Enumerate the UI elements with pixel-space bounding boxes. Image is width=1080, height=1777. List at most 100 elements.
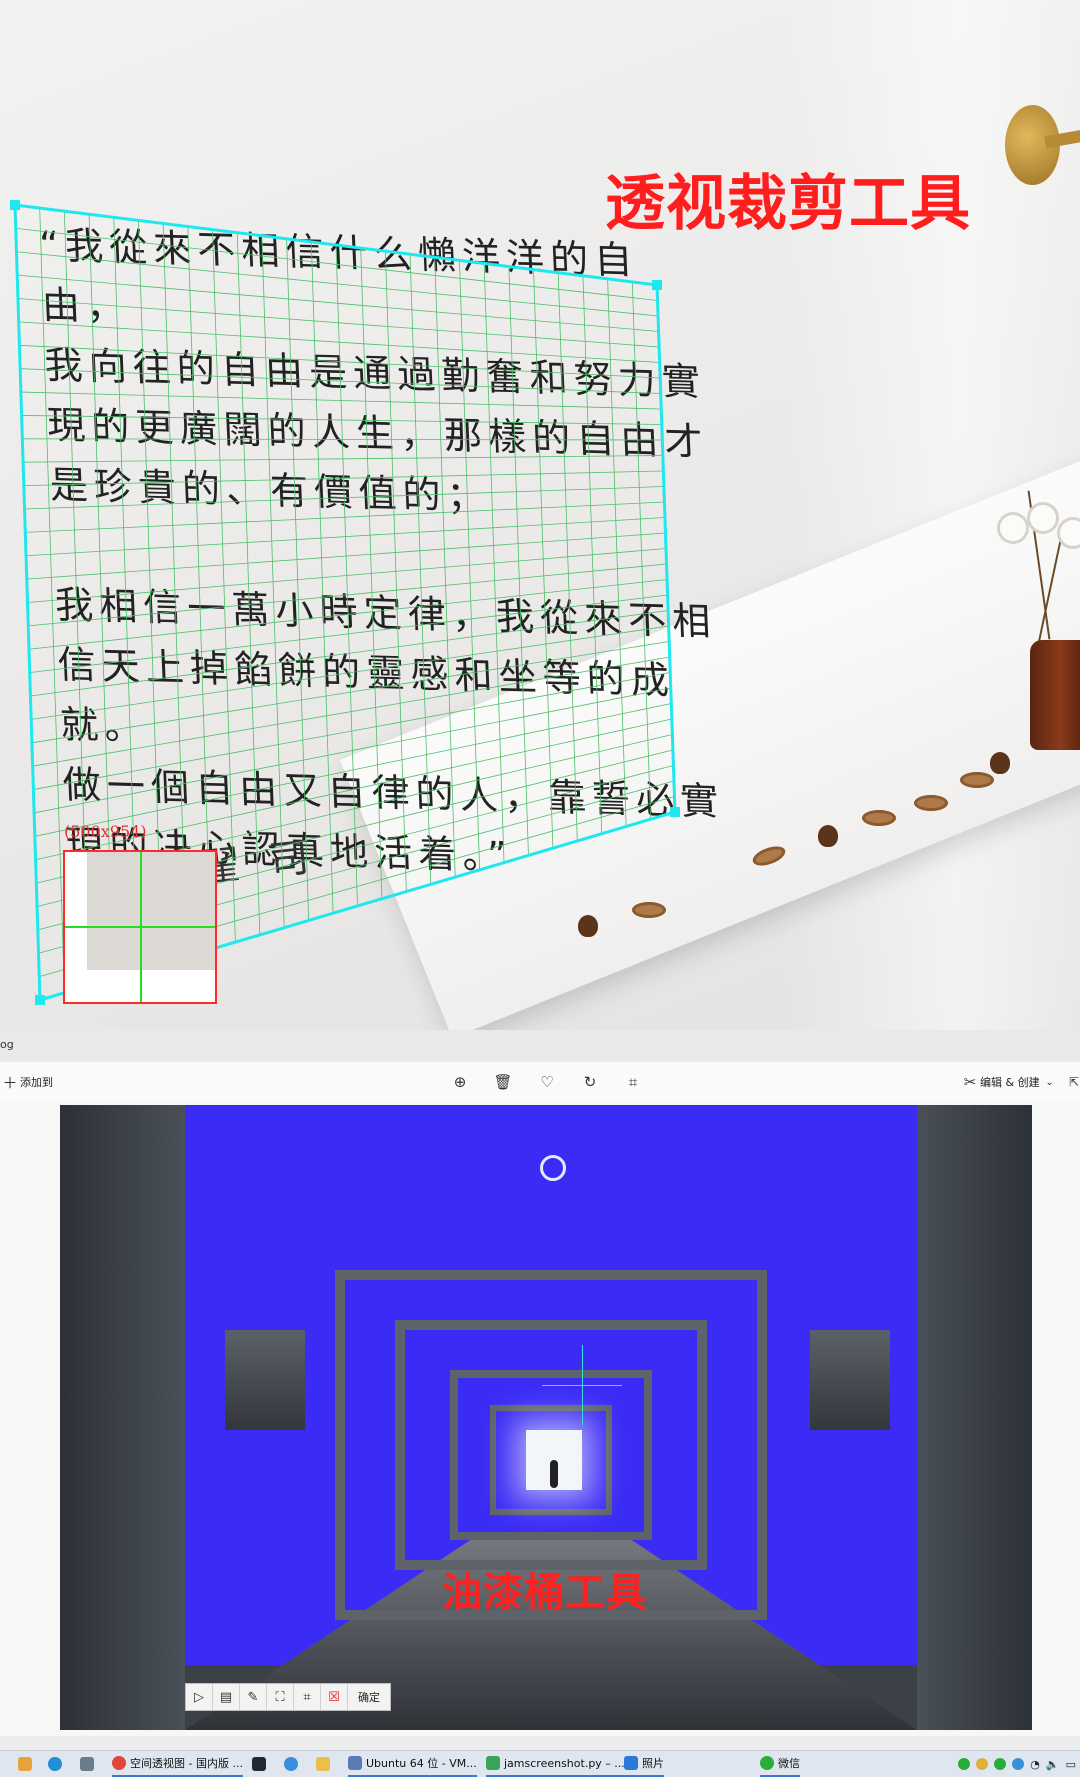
magnifier-content xyxy=(87,852,215,970)
crop-handle-top-left[interactable] xyxy=(10,200,20,210)
wall-panel-right xyxy=(810,1330,890,1430)
tray-wechat-icon[interactable] xyxy=(994,1758,1007,1770)
scan-icon: ⛶ xyxy=(275,1689,285,1705)
crop-icon: ⌗ xyxy=(303,1689,311,1705)
tray-app-icon[interactable] xyxy=(958,1758,971,1770)
pycharm-icon xyxy=(486,1756,500,1770)
taskbar-item-label: jamscreenshot.py – ... xyxy=(504,1756,625,1770)
tray-app-icon[interactable] xyxy=(976,1758,989,1770)
taskbar-edge[interactable] xyxy=(48,1751,66,1777)
file-name-strip: og xyxy=(0,1030,1080,1063)
grid-line-horizontal xyxy=(30,610,669,697)
grid-line-horizontal xyxy=(27,548,667,603)
wechat-icon xyxy=(760,1756,774,1770)
grid-line-horizontal xyxy=(15,227,658,301)
battery-icon[interactable]: ▭ xyxy=(1066,1758,1076,1771)
taskbar-app[interactable] xyxy=(252,1751,270,1777)
rotate-icon: ↻ xyxy=(583,1073,597,1091)
crop-button[interactable]: ⌗ xyxy=(623,1062,643,1102)
vmware-icon xyxy=(348,1756,362,1770)
ocr-button[interactable]: ⛶ xyxy=(267,1684,294,1710)
zoom-in-icon: ⊕ xyxy=(453,1073,467,1091)
taskbar-item-vm[interactable]: Ubuntu 64 位 - VM... xyxy=(348,1751,477,1777)
crop-icon: ⌗ xyxy=(628,1073,638,1091)
delete-button[interactable]: 🗑 xyxy=(493,1062,513,1102)
magic-wand-icon: ✂ xyxy=(963,1073,977,1091)
rotate-button[interactable]: ↻ xyxy=(580,1062,600,1102)
system-tray: ◔ 🔈 ▭ xyxy=(958,1751,1076,1777)
add-to-label: 添加到 xyxy=(20,1076,53,1089)
edit-create-button[interactable]: ✂ 编辑 & 创建 ⌄ xyxy=(960,1062,1060,1102)
terminal-icon xyxy=(252,1757,266,1771)
save-icon: ▤ xyxy=(219,1689,233,1705)
photo-right-wall xyxy=(917,1105,1032,1730)
add-to-button[interactable]: ＋ 添加到 xyxy=(0,1062,53,1102)
pin-button[interactable]: ✎ xyxy=(240,1684,267,1710)
ceiling-light xyxy=(540,1155,566,1181)
crop-handle-top-right[interactable] xyxy=(652,280,662,290)
grid-line-horizontal xyxy=(26,532,666,580)
taskbar-app[interactable] xyxy=(284,1751,302,1777)
taskbar-explorer[interactable] xyxy=(316,1751,334,1777)
pin-icon: ✎ xyxy=(247,1689,259,1705)
grid-line-horizontal xyxy=(34,703,672,837)
photo-viewer-window: og ＋ 添加到 ⊕ 🗑 ♡ ↻ ⌗ ✂ 编辑 & 创建 ⌄ ⇱ 油漆桶工具 ▷… xyxy=(0,1030,1080,1736)
taskbar-item-label: 空间透视图 - 国内版 ... xyxy=(130,1757,243,1770)
screenshot-toolbar: ▷ ▤ ✎ ⛶ ⌗ ☒ 确定 xyxy=(185,1683,391,1711)
photos-icon xyxy=(624,1756,638,1770)
network-icon[interactable]: ◔ xyxy=(1030,1758,1040,1771)
photo-left-wall xyxy=(60,1105,185,1730)
chrome-icon xyxy=(112,1756,126,1770)
tray-app-icon[interactable] xyxy=(1012,1758,1025,1770)
file-name-fragment: og xyxy=(0,1038,14,1051)
taskbar-item-editor[interactable]: jamscreenshot.py – ... xyxy=(486,1751,625,1777)
person-silhouette xyxy=(550,1460,558,1488)
crop-edge-right xyxy=(655,284,677,813)
hallway-photo[interactable]: 油漆桶工具 ▷ ▤ ✎ ⛶ ⌗ ☒ 确定 xyxy=(60,1105,1032,1730)
start-button[interactable] xyxy=(18,1751,36,1777)
tool-title: 油漆桶工具 xyxy=(442,1570,647,1616)
taskbar-app[interactable] xyxy=(80,1751,98,1777)
app-icon xyxy=(284,1757,298,1771)
heart-icon: ♡ xyxy=(540,1073,554,1091)
crop-size-label: (500x954) xyxy=(64,822,147,841)
share-button[interactable]: ⇱ xyxy=(1064,1062,1080,1102)
chevron-down-icon: ⌄ xyxy=(1045,1076,1054,1088)
share-icon: ⇱ xyxy=(1068,1075,1080,1089)
preview-button[interactable]: ▷ xyxy=(186,1684,213,1710)
taskbar-item-browser[interactable]: 空间透视图 - 国内版 ... xyxy=(112,1751,243,1777)
taskbar-item-photos[interactable]: 照片 xyxy=(624,1751,664,1777)
cancel-button[interactable]: ☒ xyxy=(321,1684,348,1710)
taskbar-item-label: Ubuntu 64 位 - VM... xyxy=(366,1757,477,1770)
crop-handle-bottom-left[interactable] xyxy=(35,995,45,1005)
volume-icon[interactable]: 🔈 xyxy=(1046,1758,1060,1771)
crop-handle-bottom-right[interactable] xyxy=(670,807,680,817)
plus-icon: ＋ xyxy=(2,1073,18,1092)
tool-title: 透视裁剪工具 xyxy=(605,169,971,239)
grid-line-horizontal xyxy=(29,594,668,674)
crop-tool-button[interactable]: ⌗ xyxy=(294,1684,321,1710)
crop-edge-left xyxy=(13,204,42,1001)
favorite-button[interactable]: ♡ xyxy=(537,1062,557,1102)
play-icon: ▷ xyxy=(194,1689,204,1705)
grid-line-horizontal xyxy=(26,517,665,557)
grid-line-horizontal xyxy=(18,321,660,363)
taskbar-item-label: 照片 xyxy=(642,1757,664,1770)
grid-line-horizontal xyxy=(28,579,668,650)
taskbar-item-wechat[interactable]: 微信 xyxy=(760,1751,800,1777)
taskbar-item-label: 微信 xyxy=(778,1757,800,1770)
perspective-crop-canvas[interactable]: “我從來不相信什么懶洋洋的自由， 我向往的自由是通過勤奮和努力實 現的更廣闊的人… xyxy=(0,0,1080,1030)
confirm-button[interactable]: 确定 xyxy=(348,1689,390,1705)
close-icon: ☒ xyxy=(328,1689,340,1705)
window-icon xyxy=(80,1757,94,1771)
bag-icon xyxy=(18,1757,32,1771)
taskbar: 空间透视图 - 国内版 ... Ubuntu 64 位 - VM... jams… xyxy=(0,1750,1080,1777)
magnifier-crosshair-horizontal xyxy=(65,926,215,928)
edge-icon xyxy=(48,1757,62,1771)
crop-edge-top xyxy=(14,203,658,287)
save-button[interactable]: ▤ xyxy=(213,1684,240,1710)
magnifier-preview xyxy=(63,850,217,1004)
trash-icon: 🗑 xyxy=(493,1073,513,1091)
wall-panel-left xyxy=(225,1330,305,1430)
zoom-button[interactable]: ⊕ xyxy=(450,1062,470,1102)
